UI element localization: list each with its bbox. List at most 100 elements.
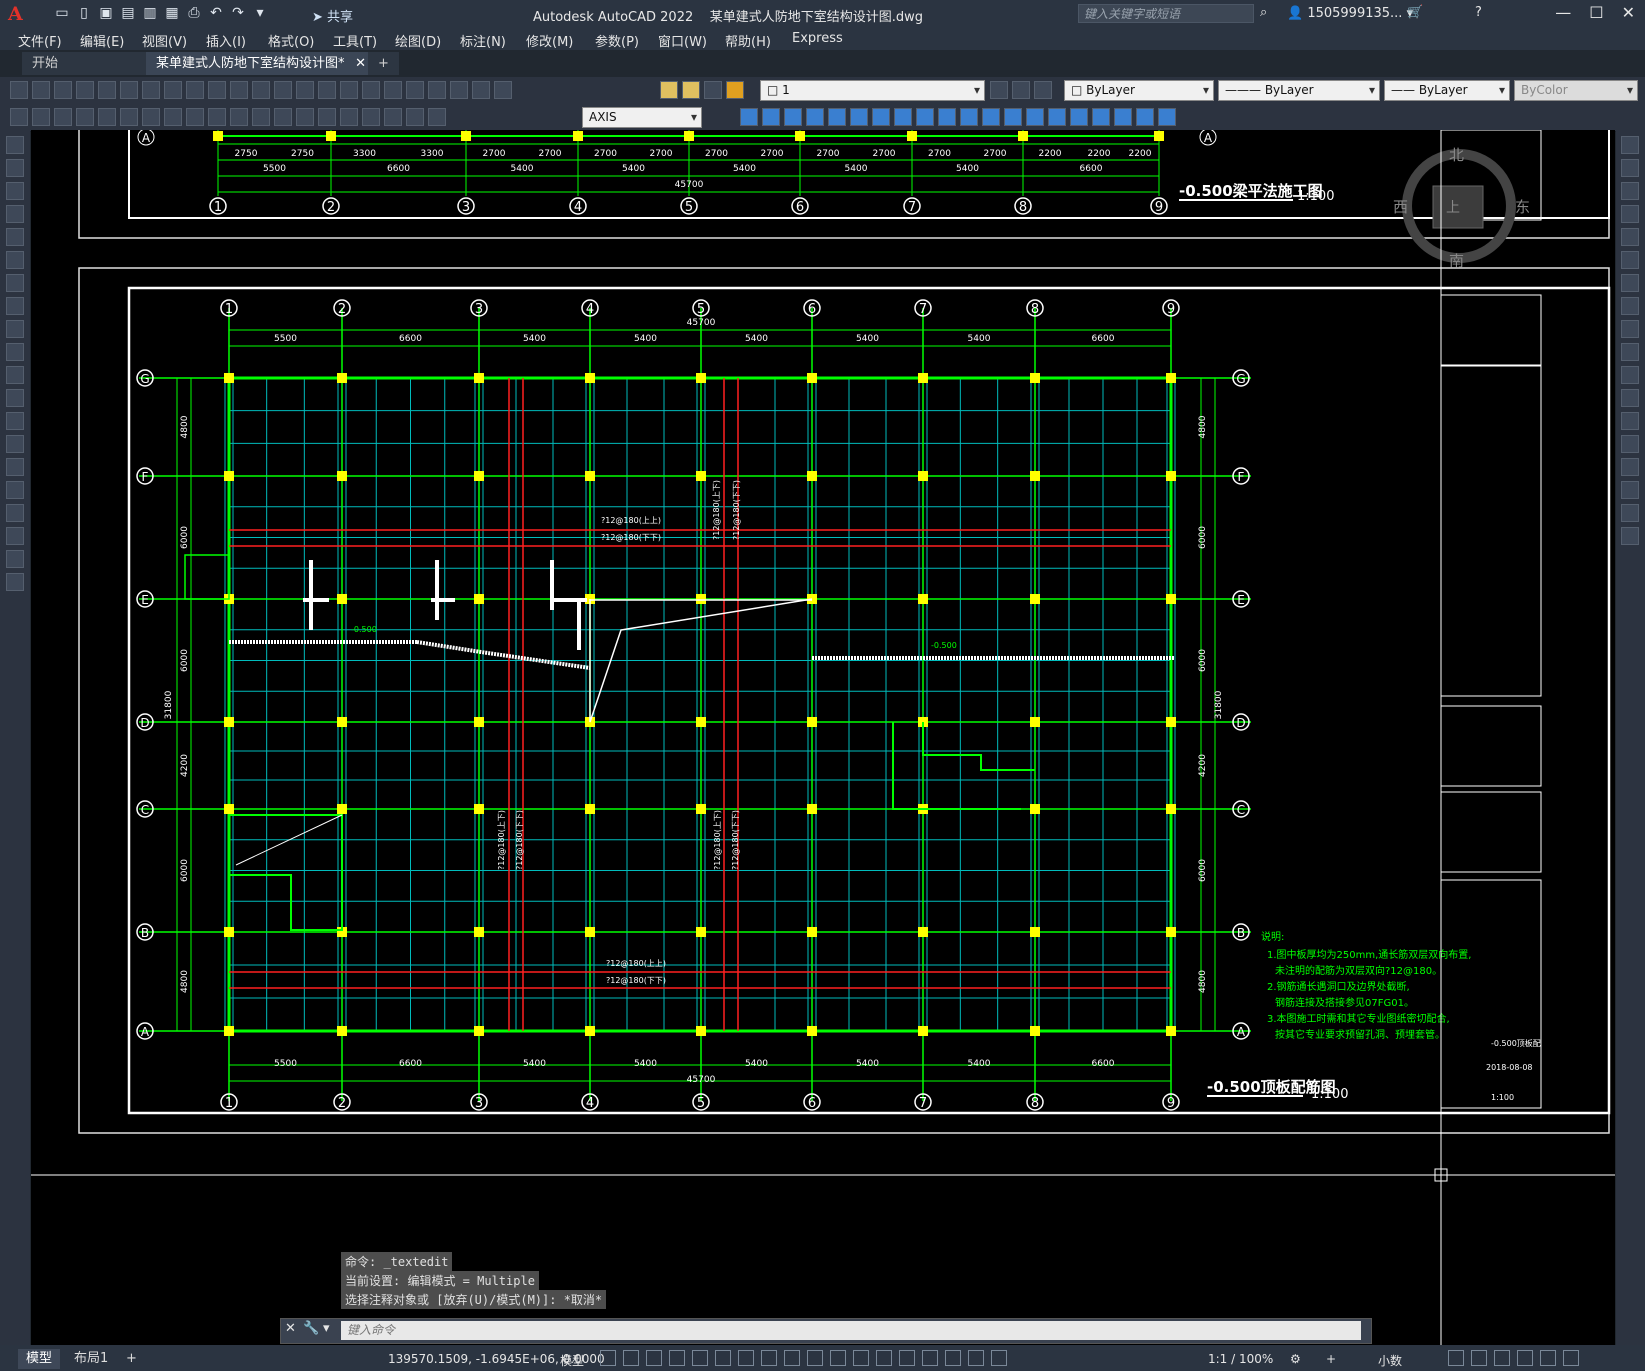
layer-states-icon[interactable]: [1034, 81, 1052, 99]
customization-icon[interactable]: [1563, 1350, 1579, 1366]
stretch-icon[interactable]: [916, 108, 934, 126]
polar-icon[interactable]: [715, 1350, 731, 1366]
snap-icon[interactable]: [623, 1350, 639, 1366]
polygon-icon[interactable]: [6, 205, 24, 223]
dim-radius-icon[interactable]: [98, 108, 116, 126]
insert-block-icon[interactable]: [6, 389, 24, 407]
tab-close-icon[interactable]: ✕: [355, 52, 366, 75]
print-icon[interactable]: ⎙: [186, 5, 202, 21]
close-icon[interactable]: ✕: [1622, 3, 1635, 22]
cart-icon[interactable]: 🛒: [1407, 5, 1423, 20]
menu-draw[interactable]: 绘图(D): [395, 31, 441, 50]
clean-screen-icon[interactable]: [1540, 1350, 1556, 1366]
layer-lock-icon[interactable]: [726, 81, 744, 99]
tolerance-icon[interactable]: [296, 108, 314, 126]
region-icon[interactable]: [6, 504, 24, 522]
undo-icon[interactable]: [230, 81, 248, 99]
hatch-icon[interactable]: [6, 458, 24, 476]
dim-break-icon[interactable]: [274, 108, 292, 126]
dimstyle-dropdown[interactable]: AXIS: [582, 107, 702, 128]
tool-palette-icon[interactable]: [406, 81, 424, 99]
join-icon[interactable]: [1004, 108, 1022, 126]
quick-properties-icon[interactable]: [1448, 1350, 1464, 1366]
markup-icon[interactable]: [450, 81, 468, 99]
minimize-icon[interactable]: —: [1555, 3, 1571, 22]
preview-icon[interactable]: [98, 81, 116, 99]
customize-qat-icon[interactable]: ▾: [252, 5, 268, 21]
xref-icon[interactable]: [1158, 108, 1176, 126]
mtext-icon[interactable]: [6, 550, 24, 568]
scale-side-icon[interactable]: [1621, 297, 1639, 315]
menu-window[interactable]: 窗口(W): [658, 31, 707, 50]
menu-modify[interactable]: 修改(M): [526, 31, 573, 50]
command-input[interactable]: 键入命令: [341, 1321, 1361, 1340]
save-icon[interactable]: ▣: [98, 5, 114, 21]
object-track-icon[interactable]: [761, 1350, 777, 1366]
user-account[interactable]: 👤 1505999135... ▾: [1287, 6, 1413, 21]
extend-icon[interactable]: [960, 108, 978, 126]
dim-text-edit-icon[interactable]: [384, 108, 402, 126]
explode-side-icon[interactable]: [1621, 527, 1639, 545]
blend-side-icon[interactable]: [1621, 504, 1639, 522]
table-icon[interactable]: [6, 527, 24, 545]
selection-filter-icon[interactable]: [922, 1350, 938, 1366]
tab-add[interactable]: +: [368, 52, 399, 75]
maximize-icon[interactable]: ☐: [1589, 3, 1603, 22]
break-side-icon[interactable]: [1621, 412, 1639, 430]
stretch-side-icon[interactable]: [1621, 320, 1639, 338]
trim-side-icon[interactable]: [1621, 343, 1639, 361]
redo-icon[interactable]: [252, 81, 270, 99]
circle-icon[interactable]: [6, 274, 24, 292]
dim-jogged-icon[interactable]: [120, 108, 138, 126]
properties-icon[interactable]: [362, 81, 380, 99]
help-icon[interactable]: ?: [1475, 5, 1482, 20]
layer-light-icon[interactable]: [660, 81, 678, 99]
make-current-icon[interactable]: [990, 81, 1008, 99]
menu-view[interactable]: 视图(V): [142, 31, 187, 50]
selection-cycling-icon[interactable]: [853, 1350, 869, 1366]
isolate-objects-icon[interactable]: [1494, 1350, 1510, 1366]
autocad-logo-icon[interactable]: A: [8, 3, 23, 25]
trim-icon[interactable]: [938, 108, 956, 126]
zoom-icon[interactable]: [296, 81, 314, 99]
tab-document[interactable]: 某单建式人防地下室结构设计图* ✕: [146, 52, 376, 75]
transparency-icon[interactable]: [830, 1350, 846, 1366]
annotation-visibility-icon[interactable]: [968, 1350, 984, 1366]
command-close-icon[interactable]: ✕: [285, 1321, 296, 1336]
dynamic-ucs-icon[interactable]: [899, 1350, 915, 1366]
copy-obj-icon[interactable]: [762, 108, 780, 126]
revcloud-icon[interactable]: [6, 297, 24, 315]
viewcube[interactable]: 上 北 南 西 东: [1393, 146, 1530, 270]
offset-icon[interactable]: [806, 108, 824, 126]
dim-linear-icon[interactable]: [10, 108, 28, 126]
menu-file[interactable]: 文件(F): [18, 31, 62, 50]
lock-ui-icon[interactable]: [1471, 1350, 1487, 1366]
zoom-prev-icon[interactable]: [340, 81, 358, 99]
undo-icon[interactable]: ↶: [208, 5, 224, 21]
dim-ordinate-icon[interactable]: [76, 108, 94, 126]
menu-tools[interactable]: 工具(T): [333, 31, 377, 50]
join-side-icon[interactable]: [1621, 435, 1639, 453]
layer-previous-icon[interactable]: [1012, 81, 1030, 99]
tab-model[interactable]: 模型: [18, 1349, 61, 1369]
layer-sun-icon[interactable]: [682, 81, 700, 99]
block-icon[interactable]: [1092, 108, 1110, 126]
new-file-icon[interactable]: ▭: [54, 5, 70, 21]
add-selected-icon[interactable]: [6, 573, 24, 591]
rotate-icon[interactable]: [872, 108, 890, 126]
offset-side-icon[interactable]: [1621, 205, 1639, 223]
model-space-toggle[interactable]: 模型: [560, 1352, 584, 1369]
plus-icon[interactable]: +: [1326, 1352, 1336, 1366]
spline-icon[interactable]: [6, 320, 24, 338]
scale-icon[interactable]: [894, 108, 912, 126]
arc-icon[interactable]: [6, 251, 24, 269]
dynamic-input-icon[interactable]: [669, 1350, 685, 1366]
infer-icon[interactable]: [646, 1350, 662, 1366]
open-icon[interactable]: [32, 81, 50, 99]
tab-add-layout[interactable]: +: [118, 1349, 145, 1369]
ortho-icon[interactable]: [692, 1350, 708, 1366]
dim-angular-icon[interactable]: [164, 108, 182, 126]
dim-update-icon[interactable]: [406, 108, 424, 126]
save-icon[interactable]: [54, 81, 72, 99]
menu-format[interactable]: 格式(O): [268, 31, 314, 50]
